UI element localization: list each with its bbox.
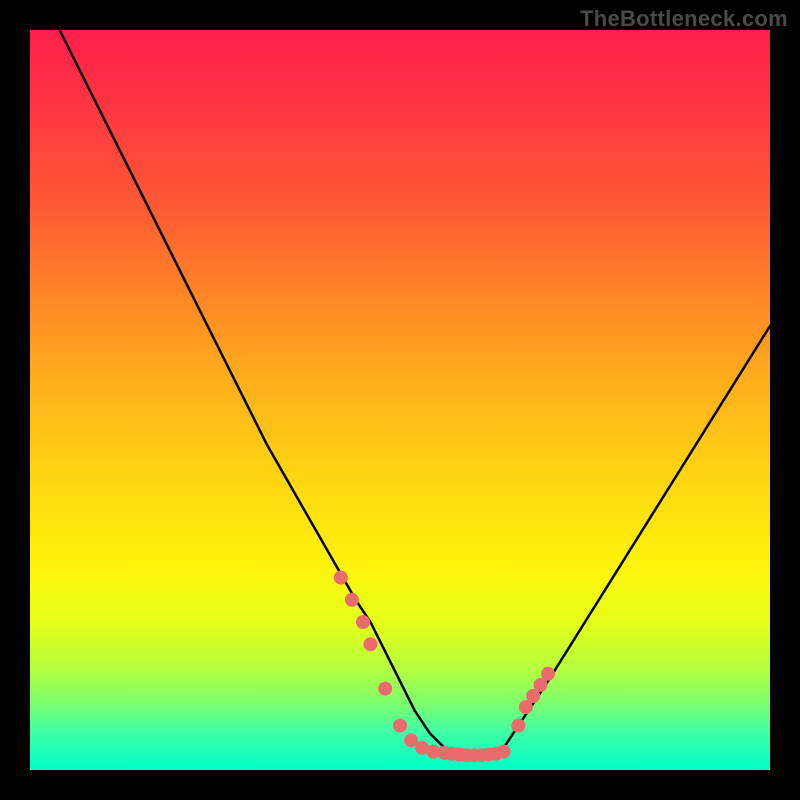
- curve-marker: [356, 615, 370, 629]
- curve-marker: [511, 719, 525, 733]
- curve-marker: [334, 571, 348, 585]
- curve-markers: [334, 571, 555, 763]
- chart-stage: TheBottleneck.com: [0, 0, 800, 800]
- plot-area: [30, 30, 770, 770]
- curve-marker: [393, 719, 407, 733]
- curve-marker: [345, 593, 359, 607]
- curve-marker: [541, 667, 555, 681]
- curve-marker: [363, 637, 377, 651]
- chart-svg: [30, 30, 770, 770]
- curve-line: [60, 30, 770, 755]
- watermark-text: TheBottleneck.com: [580, 6, 788, 32]
- curve-marker: [378, 682, 392, 696]
- curve-marker: [497, 745, 511, 759]
